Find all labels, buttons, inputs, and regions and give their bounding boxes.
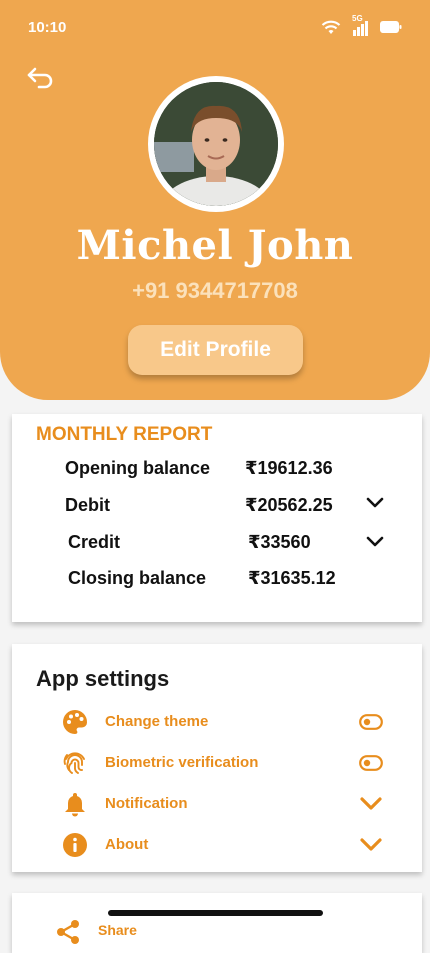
settings-title: App settings <box>36 666 170 691</box>
share-card: Share <box>12 893 422 953</box>
fingerprint-icon <box>63 752 85 774</box>
about-chevron-down-icon[interactable] <box>359 837 383 853</box>
network-type: 5G <box>352 14 363 23</box>
report-label-credit: Credit <box>68 532 121 552</box>
debit-chevron-down-icon[interactable] <box>366 497 384 509</box>
report-value-credit: ₹33560 <box>248 532 311 552</box>
setting-label-about[interactable]: About <box>105 836 148 853</box>
report-label-debit: Debit <box>65 495 110 515</box>
share-icon[interactable] <box>54 918 82 946</box>
setting-label-theme[interactable]: Change theme <box>105 713 208 730</box>
report-label-closing: Closing balance <box>68 568 207 588</box>
report-value-opening: ₹19612.36 <box>245 458 333 478</box>
avatar[interactable] <box>154 82 278 206</box>
home-indicator[interactable] <box>108 910 323 916</box>
battery-icon <box>380 21 402 33</box>
profile-name: Michel John <box>76 222 354 269</box>
report-value-closing: ₹31635.12 <box>248 568 336 588</box>
status-time: 10:10 <box>28 19 67 36</box>
report-title: MONTHLY REPORT <box>36 424 213 445</box>
profile-header: 10:10 5G Michel John +91 9344717708 Edit… <box>0 0 430 400</box>
notification-chevron-down-icon[interactable] <box>359 796 383 812</box>
profile-phone: +91 9344717708 <box>132 278 298 303</box>
biometric-toggle[interactable] <box>359 755 383 771</box>
palette-icon <box>63 710 88 734</box>
share-label[interactable]: Share <box>98 922 137 938</box>
report-value-debit: ₹20562.25 <box>245 495 333 515</box>
bell-icon <box>65 793 85 817</box>
avatar-photo <box>154 82 278 206</box>
back-arrow-icon[interactable] <box>26 66 54 90</box>
setting-label-biometric[interactable]: Biometric verification <box>105 754 258 771</box>
info-icon <box>63 833 87 857</box>
cellular-5g-icon: 5G <box>352 14 368 36</box>
monthly-report-card: MONTHLY REPORT Opening balance ₹19612.36… <box>12 414 422 622</box>
avatar-ring <box>148 76 284 212</box>
wifi-icon <box>321 20 341 34</box>
credit-chevron-down-icon[interactable] <box>366 536 384 548</box>
setting-label-notification[interactable]: Notification <box>105 795 188 812</box>
theme-toggle[interactable] <box>359 714 383 730</box>
app-settings-card: App settings Change theme Biometric veri… <box>12 644 422 872</box>
report-label-opening: Opening balance <box>65 458 211 478</box>
status-icons: 5G <box>321 14 402 36</box>
edit-profile-button[interactable]: Edit Profile <box>128 325 303 375</box>
